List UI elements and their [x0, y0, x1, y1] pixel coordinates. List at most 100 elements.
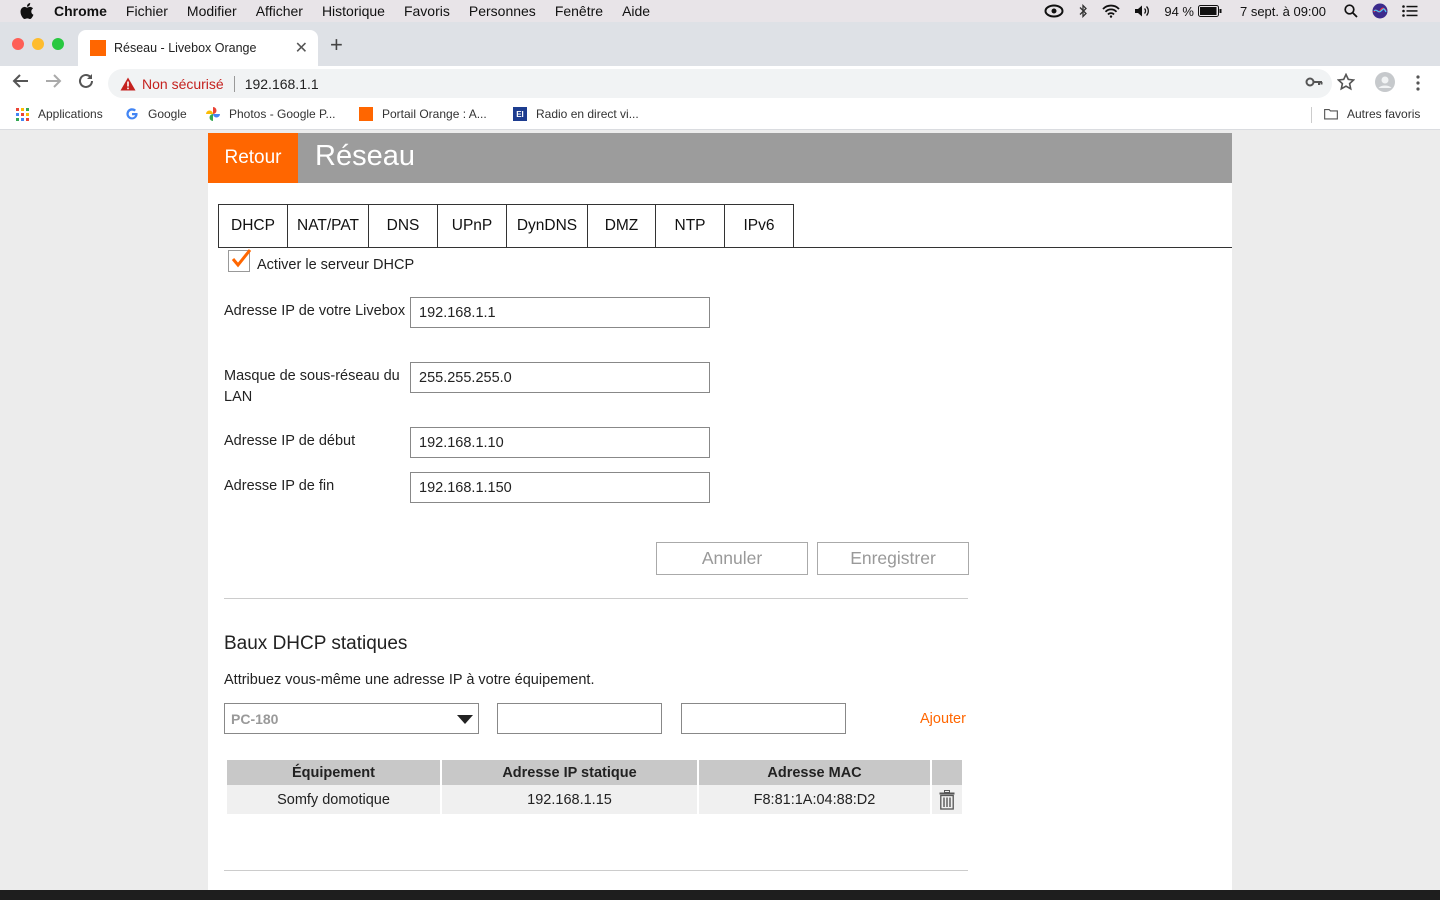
menu-file[interactable]: Fichier	[126, 3, 168, 19]
window-close-button[interactable]	[12, 38, 24, 50]
volume-icon[interactable]	[1134, 4, 1150, 18]
address-bar[interactable]: Non sécurisé 192.168.1.1	[108, 69, 1332, 98]
tab-close-icon[interactable]: ✕	[295, 38, 308, 58]
bookmark-radio[interactable]: EI Radio en direct vi...	[513, 107, 639, 121]
browser-toolbar: Non sécurisé 192.168.1.1	[0, 66, 1440, 100]
forward-arrow-icon[interactable]	[44, 72, 62, 95]
new-tab-button[interactable]: +	[330, 34, 343, 56]
window-zoom-button[interactable]	[52, 38, 64, 50]
browser-tab-reseau[interactable]: Réseau - Livebox Orange ✕	[78, 30, 318, 66]
lease-ip: 192.168.1.15	[442, 785, 697, 814]
spotlight-icon[interactable]	[1344, 4, 1358, 18]
battery-percent[interactable]: 94 %	[1164, 4, 1194, 19]
tab-upnp[interactable]: UPnP	[438, 204, 507, 248]
key-icon[interactable]	[1305, 75, 1323, 94]
bookmark-portail-orange[interactable]: Portail Orange : A...	[359, 107, 487, 121]
reload-icon[interactable]	[77, 72, 95, 95]
menu-bookmarks[interactable]: Favoris	[404, 3, 450, 19]
save-button[interactable]: Enregistrer	[817, 542, 969, 575]
network-tabs: DHCP NAT/PAT DNS UPnP DynDNS DMZ NTP IPv…	[218, 204, 794, 248]
chrome-menu-icon[interactable]	[1416, 75, 1420, 96]
bookmark-label: Radio en direct vi...	[536, 107, 639, 121]
dhcp-enable-checkbox[interactable]	[228, 249, 252, 272]
apple-icon[interactable]	[20, 3, 38, 19]
bluetooth-icon[interactable]	[1078, 4, 1088, 18]
bookmark-label: Applications	[38, 107, 103, 121]
menu-view[interactable]: Afficher	[256, 3, 303, 19]
delete-lease-button[interactable]	[932, 785, 962, 814]
notification-center-icon[interactable]	[1402, 5, 1418, 17]
bookmark-google[interactable]: Google	[125, 107, 187, 121]
start-ip-input[interactable]: 192.168.1.10	[410, 427, 710, 458]
creative-cloud-icon[interactable]	[1044, 4, 1064, 18]
bookmark-label: Autres favoris	[1347, 107, 1421, 121]
tab-ipv6[interactable]: IPv6	[725, 204, 794, 248]
tab-dns[interactable]: DNS	[369, 204, 438, 248]
bookmark-label: Portail Orange : A...	[382, 107, 487, 121]
wifi-icon[interactable]	[1102, 4, 1120, 18]
address-separator	[233, 75, 235, 92]
clock[interactable]: 7 sept. à 09:00	[1240, 4, 1326, 19]
apps-grid-icon	[15, 107, 29, 121]
google-icon	[125, 107, 139, 121]
device-select[interactable]: PC-180	[224, 703, 479, 734]
subnet-mask-input[interactable]: 255.255.255.0	[410, 362, 710, 393]
bookmarks-bar: Applications Google Photos - Google P...…	[0, 100, 1440, 130]
column-header-mac: Adresse MAC	[699, 760, 930, 785]
cancel-button[interactable]: Annuler	[656, 542, 808, 575]
end-ip-input[interactable]: 192.168.1.150	[410, 472, 710, 503]
menu-people[interactable]: Personnes	[469, 3, 536, 19]
bookmark-google-photos[interactable]: Photos - Google P...	[206, 107, 336, 121]
battery-icon[interactable]	[1197, 5, 1222, 17]
browser-tab-strip: Réseau - Livebox Orange ✕ +	[0, 22, 1440, 66]
livebox-ip-input[interactable]: 192.168.1.1	[410, 297, 710, 328]
menu-help[interactable]: Aide	[622, 3, 650, 19]
back-arrow-icon[interactable]	[12, 72, 30, 95]
table-header-row: Équipement Adresse IP statique Adresse M…	[227, 760, 962, 785]
column-header-ip: Adresse IP statique	[442, 760, 697, 785]
tab-nat-pat[interactable]: NAT/PAT	[288, 204, 369, 248]
menu-history[interactable]: Historique	[322, 3, 385, 19]
mac-address-input[interactable]	[681, 703, 846, 734]
window-bottom-edge	[0, 890, 1440, 900]
menu-window[interactable]: Fenêtre	[555, 3, 603, 19]
back-button[interactable]: Retour	[208, 133, 298, 183]
static-ip-input[interactable]	[497, 703, 662, 734]
table-row: Somfy domotique 192.168.1.15 F8:81:1A:04…	[227, 785, 962, 814]
trash-icon	[939, 789, 955, 810]
dropdown-arrow-icon	[457, 715, 473, 724]
column-header-device: Équipement	[227, 760, 440, 785]
warning-triangle-icon[interactable]	[120, 77, 136, 91]
livebox-page: Retour Réseau DHCP NAT/PAT DNS UPnP DynD…	[208, 133, 1232, 890]
radio-logo-icon: EI	[513, 107, 527, 121]
tab-ntp[interactable]: NTP	[656, 204, 725, 248]
url-text[interactable]: 192.168.1.1	[245, 76, 319, 92]
folder-icon	[1324, 107, 1338, 121]
tab-dhcp[interactable]: DHCP	[218, 204, 288, 248]
static-leases-table: Équipement Adresse IP statique Adresse M…	[225, 760, 964, 814]
tab-dmz[interactable]: DMZ	[588, 204, 656, 248]
tab-title: Réseau - Livebox Orange	[114, 41, 257, 55]
static-leases-description: Attribuez vous-même une adresse IP à vot…	[224, 672, 595, 688]
bookmark-applications[interactable]: Applications	[15, 107, 103, 121]
checkmark-icon	[231, 249, 252, 268]
subnet-mask-label: Masque de sous-réseau du LAN	[224, 368, 400, 405]
bookmark-other-folder[interactable]: Autres favoris	[1324, 107, 1420, 121]
bookmarks-separator	[1311, 107, 1312, 123]
device-select-value: PC-180	[231, 710, 279, 727]
macos-menubar: Chrome Fichier Modifier Afficher Histori…	[0, 0, 1440, 22]
page-header: Retour Réseau	[208, 133, 1232, 183]
profile-avatar-icon[interactable]	[1375, 72, 1395, 97]
siri-icon[interactable]	[1372, 3, 1388, 19]
end-ip-label: Adresse IP de fin	[224, 478, 335, 494]
window-minimize-button[interactable]	[32, 38, 44, 50]
add-lease-link[interactable]: Ajouter	[920, 711, 966, 727]
page-title: Réseau	[315, 140, 415, 172]
bookmark-star-icon[interactable]	[1336, 72, 1356, 96]
menu-edit[interactable]: Modifier	[187, 3, 237, 19]
start-ip-label: Adresse IP de début	[224, 433, 356, 449]
tabs-underline	[218, 247, 1232, 248]
security-status[interactable]: Non sécurisé	[142, 76, 224, 92]
tab-dyndns[interactable]: DynDNS	[507, 204, 588, 248]
menu-app-name[interactable]: Chrome	[54, 3, 107, 19]
